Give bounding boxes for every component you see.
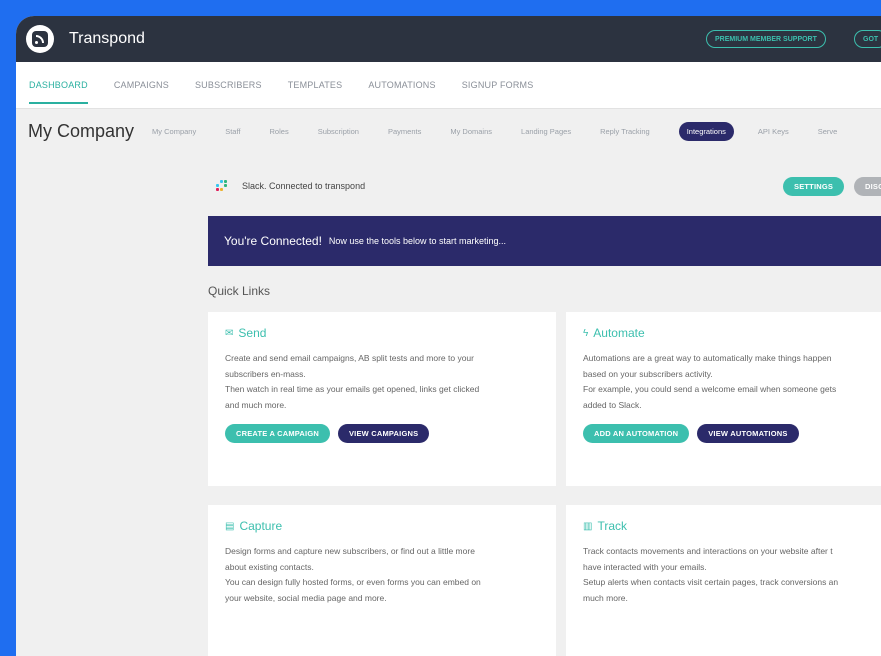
card-title[interactable]: Capture [239, 519, 282, 533]
banner-text: Now use the tools below to start marketi… [328, 236, 507, 246]
nav-automations[interactable]: AUTOMATIONS [368, 62, 435, 108]
card-line: much more. [583, 592, 628, 603]
top-bar: Transpond PREMIUM MEMBER SUPPORT GOT [16, 16, 881, 62]
card-line: Create and send email campaigns, AB spli… [225, 353, 474, 363]
card-line: Design forms and capture new subscribers… [225, 546, 475, 556]
card-line: based on your subscribers activity. [583, 368, 713, 379]
subnav-payments[interactable]: Payments [388, 127, 421, 136]
view-automations-button[interactable]: VIEW AUTOMATIONS [697, 424, 799, 443]
page-title: My Company [28, 120, 135, 141]
add-automation-button[interactable]: ADD AN AUTOMATION [583, 424, 690, 443]
form-icon: ▤ [225, 520, 235, 532]
subnav-servers[interactable]: Serve [818, 127, 838, 136]
subnav-landing-pages[interactable]: Landing Pages [521, 127, 571, 136]
nav-signup-forms[interactable]: SIGNUP FORMS [462, 62, 534, 108]
nav-subscribers[interactable]: SUBSCRIBERS [195, 62, 262, 108]
nav-campaigns[interactable]: CAMPAIGNS [114, 62, 169, 108]
lightning-icon: ϟ [583, 327, 589, 339]
track-card: ▥ Track Track contacts movements and int… [566, 505, 881, 656]
banner-headline: You're Connected! [224, 234, 322, 248]
card-description: Design forms and capture new subscribers… [225, 544, 539, 606]
card-description: Automations are a great way to automatic… [583, 351, 881, 413]
envelope-icon: ✉ [225, 327, 234, 339]
card-description: Create and send email campaigns, AB spli… [225, 351, 539, 413]
capture-card: ▤ Capture Design forms and capture new s… [208, 505, 556, 656]
connected-banner: You're Connected! Now use the tools belo… [208, 216, 881, 266]
card-line: subscribers en-mass. [225, 368, 306, 379]
automate-card: ϟ Automate Automations are a great way t… [566, 312, 881, 486]
company-subnav: My Company My Company Staff Roles Subscr… [16, 109, 881, 153]
view-campaigns-button[interactable]: VIEW CAMPAIGNS [337, 424, 430, 443]
main-nav: DASHBOARD CAMPAIGNS SUBSCRIBERS TEMPLATE… [16, 62, 881, 109]
card-title[interactable]: Automate [593, 326, 644, 340]
subnav-roles[interactable]: Roles [270, 127, 289, 136]
card-line: your website, social media page and more… [225, 592, 387, 603]
slack-integration-row: Slack. Connected to transpond SETTINGS D… [208, 168, 881, 204]
card-line: added to Slack. [583, 399, 642, 410]
card-line: Track contacts movements and interaction… [583, 546, 833, 556]
card-line: about existing contacts. [225, 561, 314, 572]
send-card: ✉ Send Create and send email campaigns, … [208, 312, 556, 486]
subnav-my-company[interactable]: My Company [152, 127, 196, 136]
card-line: Setup alerts when contacts visit certain… [583, 577, 839, 587]
card-line: You can design fully hosted forms, or ev… [225, 577, 481, 587]
card-line: and much more. [225, 399, 287, 410]
subnav-reply-tracking[interactable]: Reply Tracking [600, 127, 650, 136]
nav-templates[interactable]: TEMPLATES [288, 62, 343, 108]
app-window: Transpond PREMIUM MEMBER SUPPORT GOT DAS… [16, 16, 881, 656]
card-line: Then watch in real time as your emails g… [225, 384, 480, 394]
chart-icon: ▥ [583, 520, 593, 532]
create-campaign-button[interactable]: CREATE A CAMPAIGN [225, 424, 330, 443]
integration-status-text: Slack. Connected to transpond [242, 181, 366, 191]
got-button[interactable]: GOT [854, 30, 881, 48]
subnav-subscription[interactable]: Subscription [318, 127, 359, 136]
subnav-api-keys[interactable]: API Keys [758, 127, 789, 136]
subnav-my-domains[interactable]: My Domains [450, 127, 492, 136]
app-name: Transpond [69, 30, 145, 47]
card-title[interactable]: Track [597, 519, 627, 533]
card-description: Track contacts movements and interaction… [583, 544, 881, 606]
integration-content: Slack. Connected to transpond SETTINGS D… [208, 168, 881, 304]
quick-links-heading: Quick Links [208, 284, 271, 298]
card-title[interactable]: Send [238, 326, 266, 340]
nav-dashboard[interactable]: DASHBOARD [29, 62, 88, 108]
premium-support-button[interactable]: PREMIUM MEMBER SUPPORT [706, 30, 826, 48]
card-line: For example, you could send a welcome em… [583, 384, 837, 394]
app-logo-icon[interactable] [26, 25, 54, 53]
disconnect-button[interactable]: DISCON [854, 177, 881, 196]
card-line: have interacted with your emails. [583, 561, 707, 572]
card-line: Automations are a great way to automatic… [583, 353, 832, 363]
slack-icon [216, 180, 228, 192]
settings-button[interactable]: SETTINGS [783, 177, 845, 196]
subnav-integrations[interactable]: Integrations [678, 121, 734, 141]
subnav-staff[interactable]: Staff [225, 127, 240, 136]
